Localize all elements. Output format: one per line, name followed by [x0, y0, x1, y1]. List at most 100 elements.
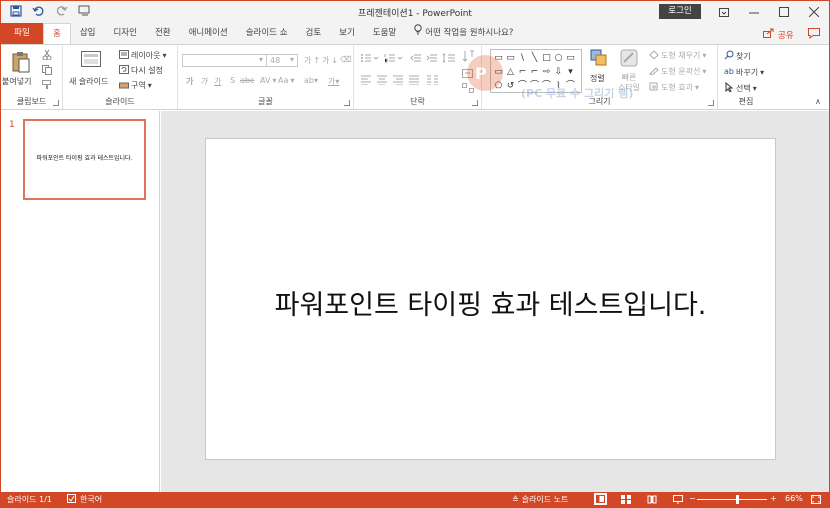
tab-file[interactable]: 파일	[1, 23, 43, 44]
window-title: 프레젠테이션1 - PowerPoint	[358, 9, 472, 19]
select-label: 선택	[736, 83, 751, 93]
zoom-level[interactable]: 66%	[785, 494, 803, 503]
tell-me-box[interactable]: 어떤 작업을 원하시나요?	[405, 23, 522, 44]
char-spacing-label: AV	[260, 76, 271, 85]
normal-view-icon[interactable]	[594, 493, 607, 505]
paste-button[interactable]: 붙여넣기	[2, 48, 37, 90]
status-bar: 슬라이드 1/1 한국어 ≙ 슬라이드 노트 − + 66%	[1, 492, 829, 507]
effects-icon	[649, 82, 659, 93]
section-button[interactable]: 구역 ▾	[119, 80, 152, 91]
find-button[interactable]: 찾기	[724, 50, 751, 62]
new-slide-label: 새 슬라이드	[69, 77, 109, 86]
section-icon	[119, 80, 129, 91]
close-icon[interactable]	[799, 1, 829, 23]
highlight-button[interactable]: ab▾	[304, 76, 318, 85]
tab-help[interactable]: 도움말	[364, 23, 405, 44]
bullets-icon[interactable]	[360, 53, 382, 66]
font-size-dropdown-icon[interactable]: ▾	[290, 55, 294, 64]
line-spacing-icon[interactable]	[442, 53, 456, 66]
paragraph-launcher-icon[interactable]	[472, 100, 478, 106]
tab-slideshow[interactable]: 슬라이드 쇼	[237, 23, 297, 44]
ribbon-display-icon[interactable]	[709, 1, 739, 23]
format-painter-icon[interactable]	[42, 80, 52, 93]
tab-insert[interactable]: 삽입	[71, 23, 105, 44]
find-label: 찾기	[736, 51, 751, 61]
underline-button[interactable]: 가	[214, 76, 221, 87]
tab-design[interactable]: 디자인	[104, 23, 145, 44]
font-launcher-icon[interactable]	[344, 100, 350, 106]
search-icon	[724, 50, 734, 62]
share-button[interactable]: 공유	[763, 28, 794, 41]
justify-icon[interactable]	[408, 75, 420, 88]
slide-sorter-icon[interactable]	[619, 493, 632, 505]
clipboard-launcher-icon[interactable]	[53, 100, 59, 106]
pen-icon	[649, 66, 659, 77]
shape-fill-button[interactable]: 도형 채우기 ▾	[649, 50, 706, 61]
reading-view-icon[interactable]	[645, 493, 658, 505]
italic-button[interactable]: 가	[200, 76, 207, 87]
tab-home[interactable]: 홈	[43, 23, 71, 45]
shape-outline-label: 도형 윤곽선	[661, 67, 701, 76]
new-slide-button[interactable]: 새 슬라이드	[67, 48, 115, 90]
maximize-icon[interactable]	[769, 1, 799, 23]
slide-canvas[interactable]: 파워포인트 타이핑 효과 테스트입니다.	[205, 138, 776, 460]
font-name-dropdown-icon[interactable]: ▾	[259, 55, 263, 64]
ribbon-tabs: 홈 삽입 디자인 전환 애니메이션 슬라이드 쇼 검토 보기 도움말 어떤 작업…	[43, 23, 522, 45]
drawing-launcher-icon[interactable]	[708, 100, 714, 106]
collapse-ribbon-icon[interactable]: ∧	[815, 97, 821, 106]
change-case-button[interactable]: Aa ▾	[278, 76, 294, 85]
increase-indent-icon[interactable]	[426, 53, 438, 66]
font-grow-button[interactable]: 가 ↑	[304, 55, 320, 66]
columns-icon[interactable]	[426, 75, 442, 88]
reset-button[interactable]: 다시 설정	[119, 65, 163, 76]
tab-transitions[interactable]: 전환	[146, 23, 180, 44]
tab-view[interactable]: 보기	[330, 23, 364, 44]
replace-button[interactable]: ab 바꾸기 ▾	[724, 66, 764, 78]
layout-button[interactable]: 레이아웃 ▾	[119, 50, 166, 61]
zoom-in-icon[interactable]: +	[770, 494, 777, 503]
reset-label: 다시 설정	[131, 66, 163, 75]
shape-effects-label: 도형 효과	[661, 83, 693, 92]
numbering-icon[interactable]	[384, 53, 406, 66]
shadow-button[interactable]: abc	[240, 76, 254, 85]
slide-thumbnail[interactable]: 파워포인트 타이핑 효과 테스트입니다.	[23, 119, 146, 200]
shape-outline-button[interactable]: 도형 윤곽선 ▾	[649, 66, 706, 77]
notes-button[interactable]: ≙ 슬라이드 노트	[512, 494, 568, 505]
shape-effects-button[interactable]: 도형 효과 ▾	[649, 82, 699, 93]
char-spacing-button[interactable]: AV ▾	[260, 76, 276, 85]
section-label: 구역	[131, 81, 146, 90]
share-icon	[763, 28, 774, 41]
lightbulb-icon	[414, 23, 422, 44]
zoom-slider-thumb[interactable]	[736, 495, 739, 504]
bold-button[interactable]: 가	[186, 76, 193, 87]
decrease-indent-icon[interactable]	[410, 53, 422, 66]
font-name-box[interactable]	[182, 54, 268, 67]
login-button[interactable]: 로그인	[659, 4, 701, 19]
align-right-icon[interactable]	[392, 75, 404, 88]
share-label: 공유	[778, 30, 794, 41]
slideshow-view-icon[interactable]	[671, 493, 684, 505]
language-indicator[interactable]: 한국어	[67, 494, 102, 505]
slide-number: 1	[9, 120, 15, 130]
comment-icon[interactable]	[808, 28, 820, 42]
zoom-slider-track[interactable]	[697, 499, 767, 500]
clear-format-icon[interactable]: ⌫	[340, 55, 351, 64]
layout-icon	[119, 50, 129, 61]
new-slide-icon	[81, 51, 101, 72]
slide-text-box[interactable]: 파워포인트 타이핑 효과 테스트입니다.	[206, 283, 775, 322]
strike-button[interactable]: S	[230, 76, 235, 85]
font-shrink-button[interactable]: 가 ↓	[322, 55, 338, 66]
select-button[interactable]: 선택 ▾	[724, 81, 757, 94]
align-left-icon[interactable]	[360, 75, 372, 88]
copy-icon[interactable]	[42, 65, 52, 78]
font-color-button[interactable]: 가▾	[328, 76, 339, 87]
cut-icon[interactable]	[42, 49, 52, 63]
minimize-icon[interactable]	[739, 1, 769, 23]
fit-to-window-icon[interactable]	[809, 493, 822, 505]
tab-animations[interactable]: 애니메이션	[180, 23, 237, 44]
watermark-text: (PC 무료 수 그리기 램)	[521, 87, 634, 100]
language-label: 한국어	[80, 495, 103, 504]
align-center-icon[interactable]	[376, 75, 388, 88]
zoom-out-icon[interactable]: −	[689, 494, 696, 503]
tab-review[interactable]: 검토	[297, 23, 331, 44]
